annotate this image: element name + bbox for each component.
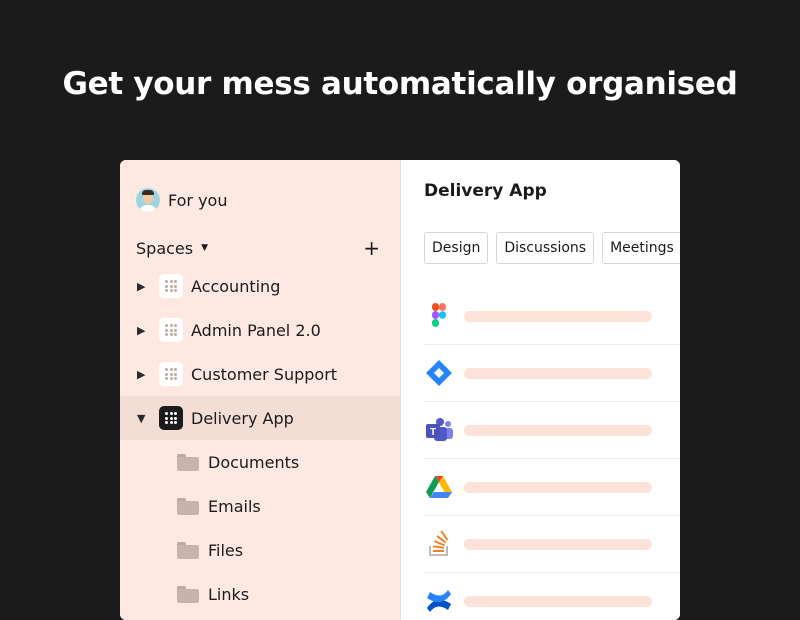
space-item-customer-support[interactable]: ▶ Customer Support <box>120 352 400 396</box>
folder-item-emails[interactable]: Emails <box>120 484 400 528</box>
spaces-tree: ▶ Accounting ▶ Admin Panel 2.0 ▶ Custome… <box>120 264 400 616</box>
placeholder-bar <box>464 481 652 493</box>
expand-arrow-icon[interactable]: ▶ <box>137 324 145 337</box>
caret-down-icon[interactable]: ▼ <box>201 243 208 253</box>
headline: Get your mess automatically organised <box>62 66 738 102</box>
svg-text:T: T <box>430 427 436 438</box>
list-item[interactable] <box>424 573 680 620</box>
folder-label: Documents <box>208 452 300 472</box>
list-item[interactable] <box>424 288 680 345</box>
folder-icon <box>177 497 199 515</box>
list-item[interactable] <box>424 345 680 402</box>
placeholder-bar <box>464 367 652 379</box>
collapse-arrow-icon[interactable]: ▼ <box>137 412 145 425</box>
tab-meetings[interactable]: Meetings <box>602 232 680 264</box>
tab-bar: Design Discussions Meetings <box>424 232 680 264</box>
spaces-header: Spaces ▼ + <box>136 238 380 258</box>
placeholder-bar <box>464 310 652 322</box>
expand-arrow-icon[interactable]: ▶ <box>137 280 145 293</box>
for-you-label: For you <box>168 190 228 210</box>
placeholder-bar <box>464 595 652 607</box>
item-list: T <box>424 288 680 620</box>
folder-label: Files <box>208 540 244 560</box>
add-space-button[interactable]: + <box>363 238 380 258</box>
space-icon <box>159 406 183 430</box>
folder-label: Links <box>208 584 250 604</box>
expand-arrow-icon[interactable]: ▶ <box>137 368 145 381</box>
jira-icon <box>424 358 454 388</box>
space-item-delivery-app[interactable]: ▼ Delivery App <box>120 396 400 440</box>
teams-icon: T <box>424 415 454 445</box>
space-label: Admin Panel 2.0 <box>191 320 321 340</box>
placeholder-bar <box>464 538 652 550</box>
app-window: For you Spaces ▼ + ▶ Accounting ▶ Admin … <box>120 160 680 620</box>
space-label: Customer Support <box>191 364 338 384</box>
space-item-admin-panel[interactable]: ▶ Admin Panel 2.0 <box>120 308 400 352</box>
sidebar: For you Spaces ▼ + ▶ Accounting ▶ Admin … <box>120 160 401 620</box>
space-icon <box>159 318 183 342</box>
folder-icon <box>177 541 199 559</box>
google-drive-icon <box>424 472 454 502</box>
space-icon <box>159 362 183 386</box>
figma-icon <box>424 301 454 331</box>
list-item[interactable] <box>424 459 680 516</box>
list-item[interactable]: T <box>424 402 680 459</box>
space-label: Delivery App <box>191 408 294 428</box>
tab-design[interactable]: Design <box>424 232 489 264</box>
placeholder-bar <box>464 424 652 436</box>
space-label: Accounting <box>191 276 281 296</box>
folder-label: Emails <box>208 496 261 516</box>
folder-icon <box>177 453 199 471</box>
for-you-link[interactable]: For you <box>136 188 227 212</box>
spaces-label[interactable]: Spaces <box>136 239 193 258</box>
stackoverflow-icon <box>424 529 454 559</box>
avatar <box>136 188 160 212</box>
space-icon <box>159 274 183 298</box>
folder-item-documents[interactable]: Documents <box>120 440 400 484</box>
tab-discussions[interactable]: Discussions <box>496 232 595 264</box>
folder-item-links[interactable]: Links <box>120 572 400 616</box>
main-panel: Delivery App Design Discussions Meetings <box>401 160 680 620</box>
list-item[interactable] <box>424 516 680 573</box>
space-item-accounting[interactable]: ▶ Accounting <box>120 264 400 308</box>
page-title: Delivery App <box>424 181 547 201</box>
folder-item-files[interactable]: Files <box>120 528 400 572</box>
confluence-icon <box>424 586 454 616</box>
